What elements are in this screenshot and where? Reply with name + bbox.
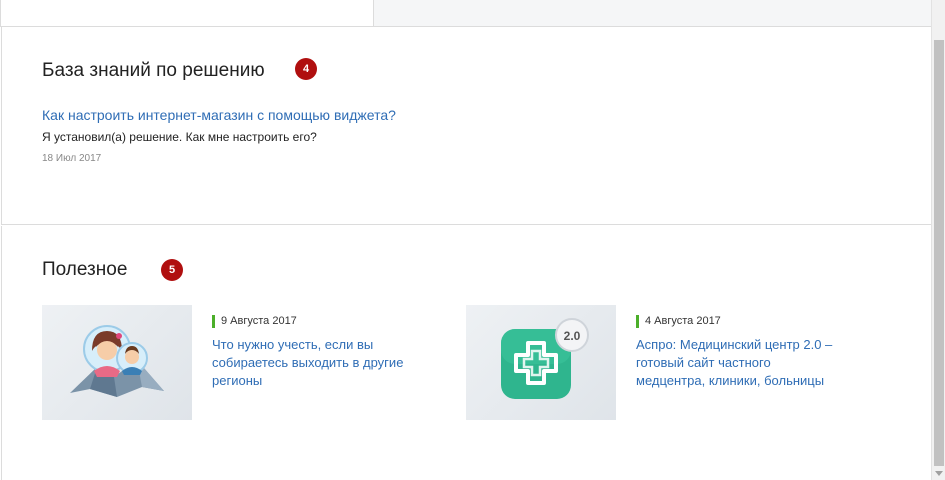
scrollbar-thumb[interactable] xyxy=(934,40,944,466)
card-date: 9 Августа 2017 xyxy=(212,315,297,328)
card-title-link[interactable]: Аспро: Медицинский центр 2.0 – готовый с… xyxy=(636,336,836,390)
scroll-down-arrow-icon[interactable] xyxy=(935,471,943,476)
kb-article-link[interactable]: Как настроить интернет-магазин с помощью… xyxy=(42,107,396,123)
knowledge-base-count-badge: 4 xyxy=(295,58,317,80)
version-badge: 2.0 xyxy=(564,329,581,343)
useful-section: Полезное 5 9 Августа 2017 Что нужно учес… xyxy=(1,226,931,480)
knowledge-base-title: База знаний по решению xyxy=(42,60,265,81)
top-header-bar xyxy=(0,0,931,27)
kb-article-description: Я установил(а) решение. Как мне настроит… xyxy=(42,130,317,144)
kb-article-date: 18 Июл 2017 xyxy=(42,153,102,164)
card-thumbnail[interactable]: 2.0 xyxy=(466,305,616,420)
people-map-illustration-icon xyxy=(70,325,164,397)
card-thumbnail[interactable] xyxy=(42,305,192,420)
header-cell-left xyxy=(0,0,373,26)
header-cell-right xyxy=(373,0,931,26)
useful-count-badge: 5 xyxy=(161,259,183,281)
card-title-link[interactable]: Что нужно учесть, если вы собираетесь вы… xyxy=(212,336,412,390)
vertical-scrollbar[interactable] xyxy=(931,0,945,480)
medical-cross-app-icon: 2.0 xyxy=(501,318,589,399)
knowledge-base-section: База знаний по решению 4 Как настроить и… xyxy=(1,27,931,225)
card-date: 4 Августа 2017 xyxy=(636,315,721,328)
useful-title: Полезное xyxy=(42,259,128,280)
